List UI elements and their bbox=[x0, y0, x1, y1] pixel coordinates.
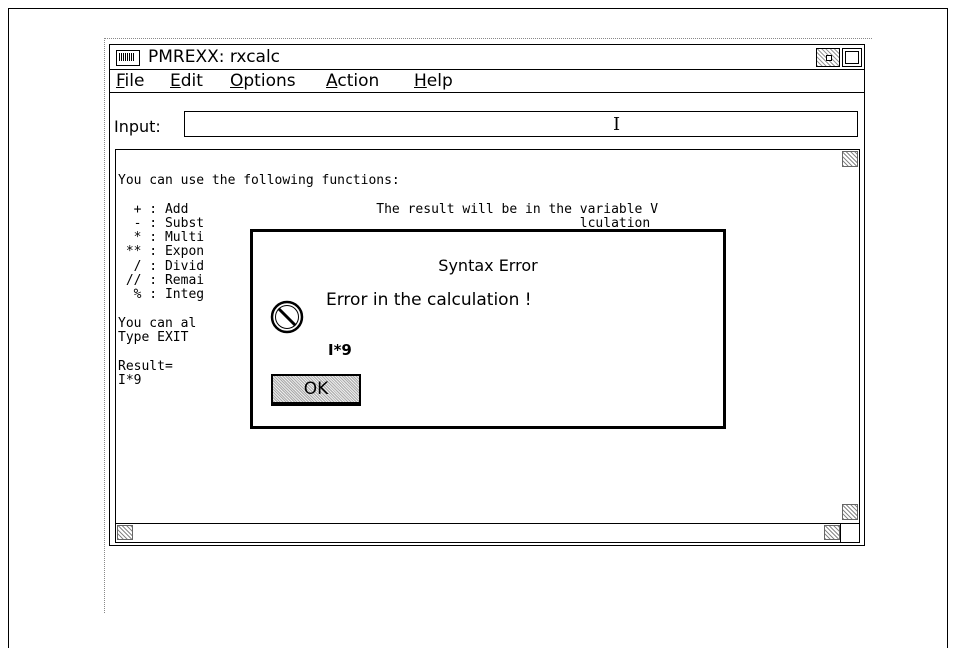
horizontal-scrollbar[interactable] bbox=[116, 523, 842, 542]
dialog-title: Syntax Error bbox=[438, 256, 538, 275]
syntax-error-dialog: Syntax Error Error in the calculation ! … bbox=[250, 229, 726, 429]
menu-help[interactable]: Help bbox=[414, 71, 453, 91]
scroll-corner bbox=[840, 523, 859, 542]
input-row: Input: I bbox=[110, 103, 864, 143]
menu-action[interactable]: Action bbox=[326, 71, 379, 91]
minimize-button[interactable] bbox=[816, 48, 840, 67]
menu-file[interactable]: File bbox=[116, 71, 144, 91]
dialog-expression: I*9 bbox=[328, 341, 352, 359]
dialog-message: Error in the calculation ! bbox=[326, 290, 532, 310]
scroll-right-arrow[interactable] bbox=[824, 525, 840, 540]
scroll-up-arrow[interactable] bbox=[842, 151, 858, 167]
minimize-icon bbox=[826, 55, 832, 61]
input-field[interactable]: I bbox=[184, 111, 858, 137]
ok-button[interactable]: OK bbox=[271, 374, 361, 406]
menu-options[interactable]: Options bbox=[230, 71, 296, 91]
ok-button-label: OK bbox=[303, 379, 329, 399]
menu-edit[interactable]: Edit bbox=[170, 71, 203, 91]
title-bar[interactable]: PMREXX: rxcalc bbox=[110, 45, 864, 70]
maximize-icon bbox=[845, 51, 859, 64]
menu-bar: File Edit Options Action Help bbox=[110, 70, 864, 93]
stop-icon bbox=[270, 300, 304, 334]
window-title: PMREXX: rxcalc bbox=[148, 47, 281, 67]
vertical-scrollbar[interactable] bbox=[841, 150, 859, 524]
system-menu-icon[interactable] bbox=[116, 50, 140, 66]
guide-line bbox=[104, 38, 872, 39]
scroll-left-arrow[interactable] bbox=[117, 525, 133, 540]
maximize-button[interactable] bbox=[842, 48, 862, 67]
input-label: Input: bbox=[114, 117, 161, 136]
scroll-down-arrow[interactable] bbox=[842, 504, 858, 520]
text-cursor-icon: I bbox=[613, 114, 621, 135]
guide-line bbox=[104, 38, 105, 613]
